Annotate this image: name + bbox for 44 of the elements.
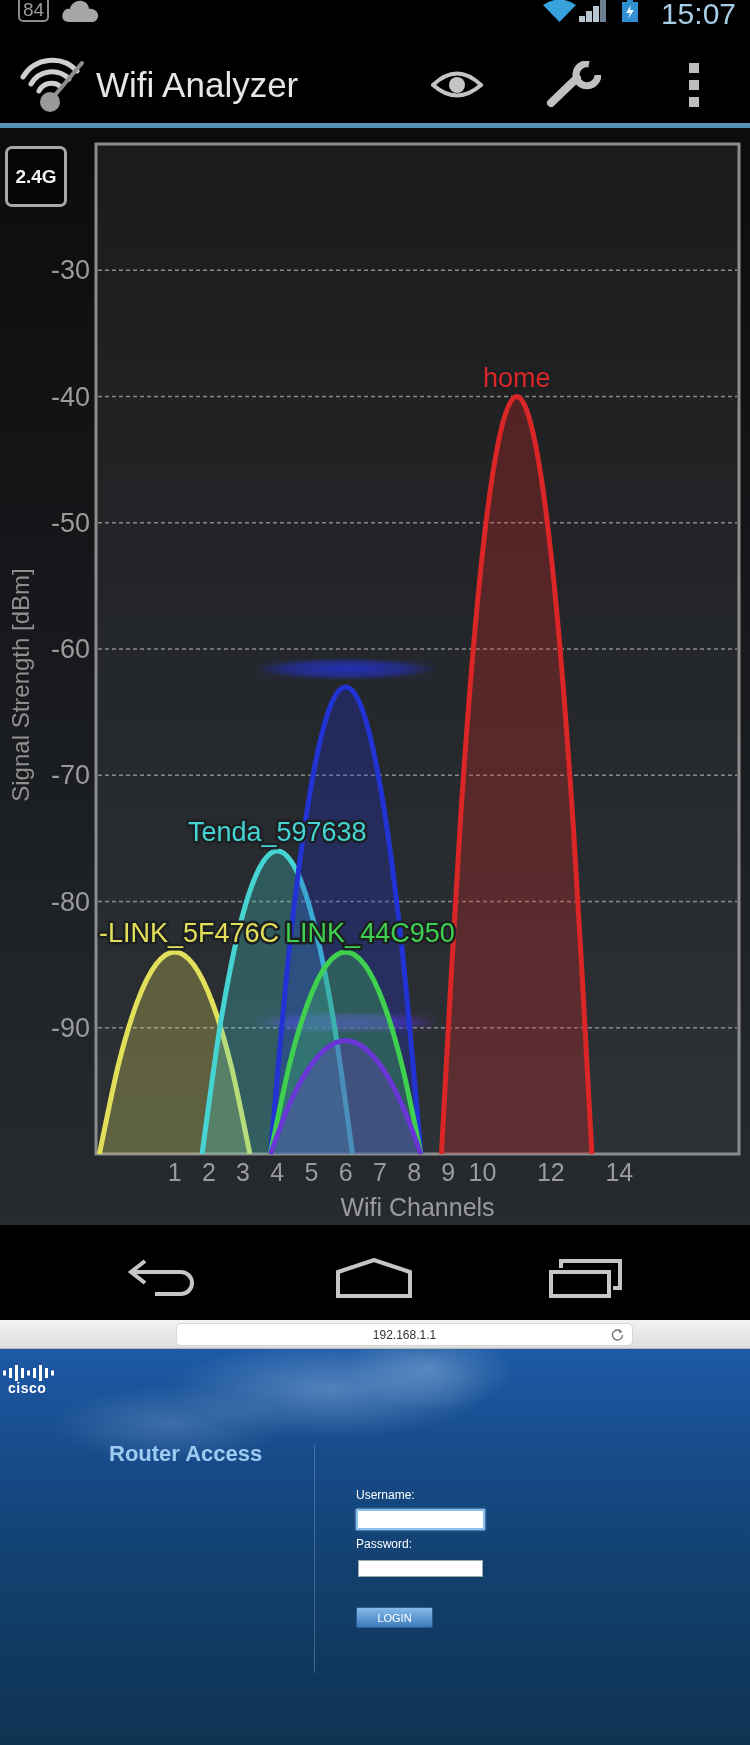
app-title: Wifi Analyzer — [96, 64, 299, 105]
reload-icon[interactable] — [611, 1328, 624, 1341]
menu-icon[interactable] — [688, 62, 700, 107]
back-icon[interactable] — [127, 1257, 197, 1298]
password-field[interactable] — [358, 1560, 483, 1577]
axis-tick-label: 5 — [304, 1158, 319, 1186]
axis-tick-label: 2 — [201, 1158, 216, 1186]
recent-apps-icon[interactable] — [549, 1257, 623, 1298]
username-label: Username: — [356, 1488, 415, 1502]
axis-tick-label: 14 — [605, 1158, 634, 1186]
axis-tick-label: 8 — [407, 1158, 422, 1186]
axis-title: Signal Strength [dBm] — [7, 568, 34, 802]
axis-tick-label: -70 — [50, 760, 90, 791]
logo-bars-icon — [2, 1365, 56, 1381]
axis-title: Wifi Channels — [340, 1193, 495, 1221]
axis-tick-label: -50 — [50, 507, 90, 538]
axis-tick-label: -60 — [50, 634, 90, 664]
wrench-icon[interactable] — [545, 60, 601, 109]
axis-tick-label: 3 — [236, 1158, 250, 1186]
axis-tick-label: 12 — [537, 1158, 565, 1186]
axis-tick-label: 1 — [167, 1158, 182, 1186]
band-button[interactable]: 2.4G — [5, 146, 67, 207]
axis-tick-label: 10 — [468, 1158, 497, 1186]
logo-text: cisco — [8, 1381, 47, 1396]
network-label: home — [482, 362, 551, 393]
signal-icon — [578, 0, 607, 22]
username-field[interactable] — [356, 1509, 485, 1530]
axis-tick-label: -80 — [50, 886, 90, 917]
wifi-icon — [542, 0, 576, 22]
axis-tick-label: 9 — [441, 1158, 456, 1186]
address-field[interactable]: 192.168.1.1 — [176, 1323, 633, 1346]
axis-tick-label: 4 — [270, 1158, 285, 1186]
notification-badge: 84 — [18, 0, 50, 22]
axis-tick-label: -40 — [50, 381, 90, 412]
cloud-icon — [61, 0, 100, 22]
home-icon[interactable] — [336, 1257, 412, 1298]
axis-tick-label: 6 — [338, 1158, 353, 1186]
axis-tick-label: 7 — [372, 1158, 387, 1186]
password-label: Password: — [356, 1537, 413, 1551]
axis-tick-label: -30 — [50, 255, 90, 286]
clock-time: 15:07 — [660, 0, 736, 27]
axis-tick-label: -90 — [50, 1012, 90, 1043]
eye-icon[interactable] — [431, 69, 483, 100]
page-title: Router Access — [109, 1441, 263, 1467]
